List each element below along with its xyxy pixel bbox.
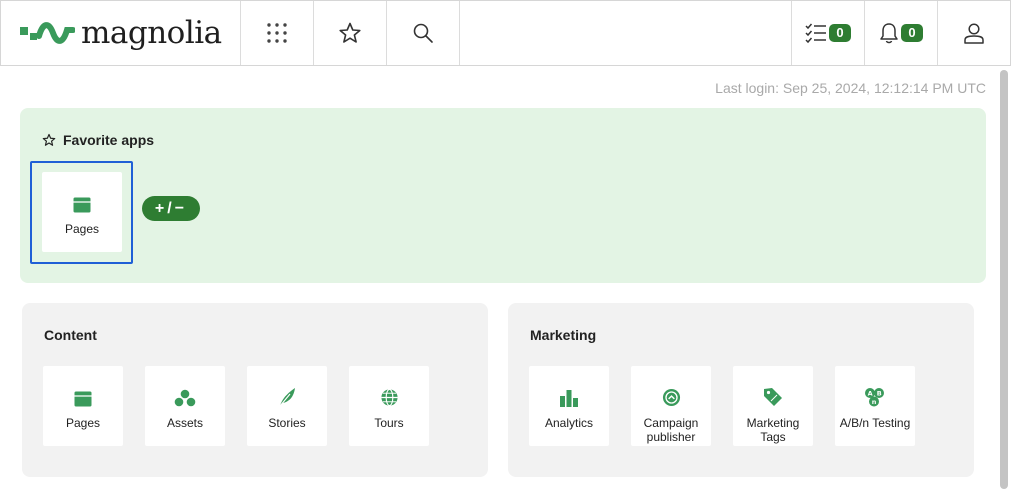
svg-text:n: n (872, 398, 877, 406)
app-label: Tours (374, 416, 404, 430)
ab-testing-icon: A B n (865, 388, 884, 407)
app-label: Pages (65, 416, 101, 430)
pages-icon (74, 391, 92, 407)
app-label: Assets (166, 416, 203, 430)
grid-icon (267, 23, 287, 43)
tours-icon (380, 388, 398, 407)
notifications-count-badge: 0 (901, 24, 923, 42)
app-tile-marketing-tags[interactable]: Marketing Tags (733, 366, 813, 446)
bell-icon (880, 23, 898, 44)
tasks-checklist-icon (805, 23, 826, 44)
marketing-app-group: Marketing Analytics Campaign publisher M… (508, 303, 974, 477)
app-tile-stories[interactable]: Stories (247, 366, 327, 446)
app-tile-analytics[interactable]: Analytics (529, 366, 609, 446)
magnolia-logo-mark-icon (20, 22, 75, 44)
pages-icon (73, 197, 91, 213)
app-tile-pages[interactable]: Pages (43, 366, 123, 446)
app-label: Stories (268, 416, 306, 430)
app-label: Campaign publisher (643, 416, 699, 444)
star-outline-icon (42, 133, 56, 146)
svg-text:A: A (868, 390, 873, 398)
last-login-text: Last login: Sep 25, 2024, 12:12:14 PM UT… (715, 80, 986, 96)
campaign-publisher-icon (662, 388, 680, 407)
app-tile-assets[interactable]: Assets (145, 366, 225, 446)
stories-icon (279, 388, 295, 407)
favorite-apps-heading: Favorite apps (42, 132, 154, 148)
favorite-apps-title: Favorite apps (63, 132, 155, 148)
favorites-button[interactable] (314, 1, 387, 65)
logo-text: magnolia (81, 15, 222, 51)
tasks-count-badge: 0 (829, 24, 851, 42)
app-launcher-button[interactable] (241, 1, 314, 65)
magnolia-logo[interactable]: magnolia (1, 1, 241, 65)
content-app-group: Content Pages Assets Stories Tours (22, 303, 488, 477)
search-icon (413, 23, 433, 43)
analytics-icon (560, 390, 578, 407)
assets-icon (174, 389, 196, 407)
user-icon (964, 23, 984, 44)
top-bar: magnolia 0 0 (0, 0, 1011, 66)
app-label: Marketing Tags (746, 416, 800, 444)
favorite-app-pages[interactable]: Pages (42, 172, 122, 252)
app-tile-tours[interactable]: Tours (349, 366, 429, 446)
user-menu-button[interactable] (938, 1, 1010, 65)
app-label: A/B/n Testing (839, 416, 911, 430)
favorite-apps-section: Favorite apps Pages +/− (20, 108, 986, 283)
svg-text:B: B (877, 390, 882, 398)
header-spacer (460, 1, 792, 65)
group-title: Content (44, 327, 97, 343)
edit-favorites-button[interactable]: +/− (142, 196, 200, 221)
star-icon (339, 22, 361, 43)
app-label: Pages (64, 222, 100, 236)
app-tile-ab-testing[interactable]: A B n A/B/n Testing (835, 366, 915, 446)
app-tile-campaign-publisher[interactable]: Campaign publisher (631, 366, 711, 446)
search-button[interactable] (387, 1, 460, 65)
group-title: Marketing (530, 327, 597, 343)
page-scrollbar[interactable] (1000, 70, 1008, 489)
marketing-tags-icon (764, 388, 782, 406)
app-label: Analytics (544, 416, 594, 430)
notifications-button[interactable]: 0 (865, 1, 938, 65)
favorite-app-tile-focused: Pages (30, 161, 133, 264)
tasks-button[interactable]: 0 (792, 1, 865, 65)
